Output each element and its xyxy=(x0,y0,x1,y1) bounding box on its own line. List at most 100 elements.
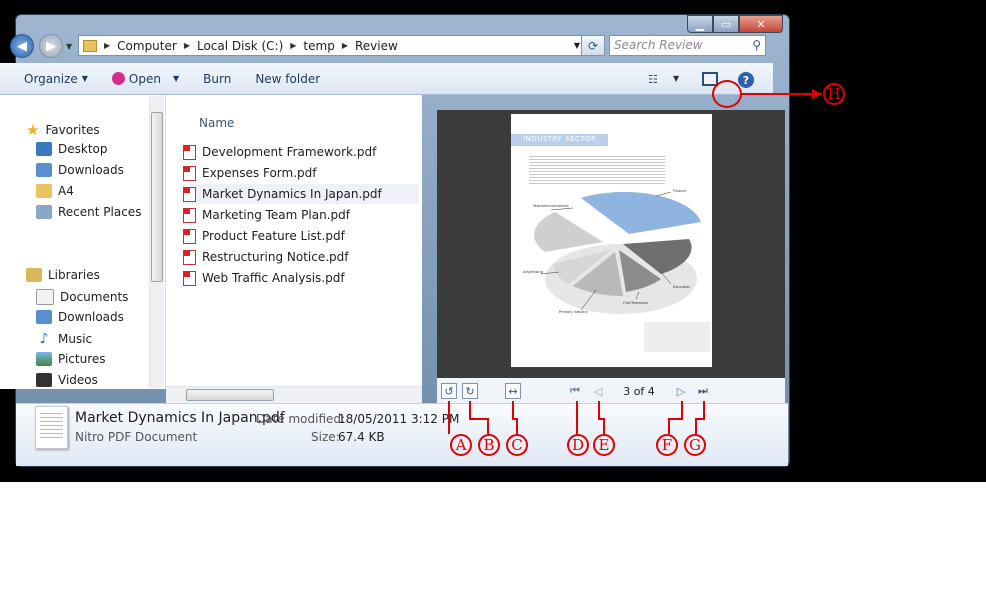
chevron-right-icon[interactable]: ▶ xyxy=(290,41,296,50)
details-size-label: Size: xyxy=(311,430,340,444)
callout-connector-line xyxy=(603,418,605,434)
nav-item-a4[interactable]: A4 xyxy=(36,184,74,198)
nav-item-music[interactable]: ♪ Music xyxy=(36,331,93,347)
address-bar[interactable]: ▶ Computer ▶ Local Disk (C:) ▶ temp ▶ Re… xyxy=(78,35,587,56)
close-button[interactable]: ✕ xyxy=(739,15,783,33)
nav-item-label: Documents xyxy=(60,290,129,304)
refresh-button[interactable]: ⟳ xyxy=(581,35,605,56)
nav-item-documents[interactable]: Documents xyxy=(36,289,128,305)
breadcrumb-temp[interactable]: temp xyxy=(303,39,334,53)
back-button[interactable]: ◀ xyxy=(10,34,34,58)
next-page-button[interactable]: ▷ xyxy=(673,383,689,399)
callout-e: E xyxy=(593,434,615,456)
nav-item-label: Recent Places xyxy=(58,205,142,219)
file-item[interactable]: Web Traffic Analysis.pdf xyxy=(183,268,419,288)
column-header-name[interactable]: Name xyxy=(199,116,234,130)
file-item[interactable]: Product Feature List.pdf xyxy=(183,226,419,246)
callout-connector-line xyxy=(516,418,518,434)
fit-width-button[interactable]: ↔ xyxy=(505,383,521,399)
file-item-selected[interactable]: Market Dynamics In Japan.pdf xyxy=(183,184,419,204)
caption-buttons: ▁ ▭ ✕ xyxy=(687,15,783,33)
rotate-right-button[interactable]: ↻ xyxy=(462,383,478,399)
callout-connector-line xyxy=(469,401,471,419)
nav-item-label: Music xyxy=(58,332,93,346)
forward-arrow-icon: ▶ xyxy=(46,38,56,54)
callout-h: H xyxy=(823,83,845,105)
file-item[interactable]: Marketing Team Plan.pdf xyxy=(183,205,419,225)
folder-icon xyxy=(83,39,97,52)
libraries-icon xyxy=(26,268,42,282)
page-indicator: 3 of 4 xyxy=(623,384,655,398)
callout-connector-line xyxy=(487,418,489,434)
nav-item-desktop[interactable]: Desktop xyxy=(36,142,108,156)
preview-controls-bar xyxy=(437,378,785,404)
breadcrumb-local-disk[interactable]: Local Disk (C:) xyxy=(197,39,283,53)
videos-icon xyxy=(36,373,52,387)
pie-slice-telecom xyxy=(534,212,603,252)
nitro-app-icon xyxy=(111,72,125,85)
organize-button[interactable]: Organize ▼ xyxy=(24,72,88,86)
callout-connector-line xyxy=(448,401,450,434)
forward-button[interactable]: ▶ xyxy=(39,34,63,58)
page-quote-box xyxy=(644,322,710,352)
nav-libraries[interactable]: Libraries xyxy=(26,268,100,282)
pie-label-primary: Primary Industry xyxy=(559,310,588,314)
nav-favorites[interactable]: ★ Favorites xyxy=(26,121,100,139)
rotate-left-button[interactable]: ↺ xyxy=(441,383,457,399)
file-item[interactable]: Restructuring Notice.pdf xyxy=(183,247,419,267)
pdf-file-icon xyxy=(183,270,196,286)
file-item[interactable]: Expenses Form.pdf xyxy=(183,163,419,183)
breadcrumb-computer[interactable]: Computer xyxy=(117,39,177,53)
callout-connector-line xyxy=(703,401,705,419)
scrollbar-thumb[interactable] xyxy=(151,112,163,282)
nav-item-lib-downloads[interactable]: Downloads xyxy=(36,310,124,324)
nav-favorites-label: Favorites xyxy=(45,123,100,137)
callout-a: A xyxy=(450,434,472,456)
pie-leader-line xyxy=(550,207,574,211)
last-page-button[interactable]: ⏭ xyxy=(695,383,711,399)
nav-item-videos[interactable]: Videos xyxy=(36,373,98,387)
search-icon[interactable]: ⚲ xyxy=(752,38,761,52)
help-icon[interactable]: ? xyxy=(738,72,754,88)
file-name: Marketing Team Plan.pdf xyxy=(202,208,350,222)
chevron-right-icon[interactable]: ▶ xyxy=(342,41,348,50)
view-dropdown-icon[interactable]: ▼ xyxy=(673,74,679,83)
callout-connector-line xyxy=(742,93,822,95)
maximize-button[interactable]: ▭ xyxy=(713,15,739,33)
chevron-right-icon[interactable]: ▶ xyxy=(184,41,190,50)
callout-b: B xyxy=(478,434,500,456)
nav-item-pictures[interactable]: Pictures xyxy=(36,352,106,366)
burn-button[interactable]: Burn xyxy=(203,72,231,86)
pictures-icon xyxy=(36,352,52,366)
nav-item-downloads[interactable]: Downloads xyxy=(36,163,124,177)
scrollbar-thumb[interactable] xyxy=(186,389,274,401)
open-button[interactable]: Open ▼ xyxy=(111,72,179,86)
breadcrumb-review[interactable]: Review xyxy=(355,39,398,53)
details-date-value: 18/05/2011 3:12 PM xyxy=(338,412,460,426)
search-placeholder: Search Review xyxy=(614,38,703,52)
details-date-label: Date modified: xyxy=(256,412,346,426)
back-arrow-icon: ◀ xyxy=(17,38,27,54)
recent-pages-dropdown[interactable]: ▼ xyxy=(66,42,72,51)
callout-highlight-ring xyxy=(712,80,742,108)
rotate-left-icon: ↺ xyxy=(444,384,454,398)
view-options-icon[interactable]: ☷ xyxy=(648,73,658,86)
pie-label-finance: Finance xyxy=(673,189,686,193)
file-list-horizontal-scrollbar[interactable] xyxy=(166,386,422,403)
file-name: Web Traffic Analysis.pdf xyxy=(202,271,345,285)
new-folder-button[interactable]: New folder xyxy=(255,72,320,86)
previous-page-button[interactable]: ◁ xyxy=(590,383,606,399)
nav-item-label: Videos xyxy=(58,373,98,387)
music-icon: ♪ xyxy=(39,331,49,347)
folder-icon xyxy=(36,184,52,198)
pie-leader-line xyxy=(655,191,672,197)
file-item[interactable]: Development Framework.pdf xyxy=(183,142,419,162)
search-input[interactable]: Search Review ⚲ xyxy=(609,35,766,56)
callout-connector-line xyxy=(469,418,487,420)
minimize-button[interactable]: ▁ xyxy=(687,15,713,33)
chevron-right-icon[interactable]: ▶ xyxy=(104,41,110,50)
navigation-scrollbar[interactable] xyxy=(149,96,164,388)
file-name: Expenses Form.pdf xyxy=(202,166,317,180)
first-page-button[interactable]: ⏮ xyxy=(567,383,583,399)
nav-item-recent-places[interactable]: Recent Places xyxy=(36,205,141,219)
